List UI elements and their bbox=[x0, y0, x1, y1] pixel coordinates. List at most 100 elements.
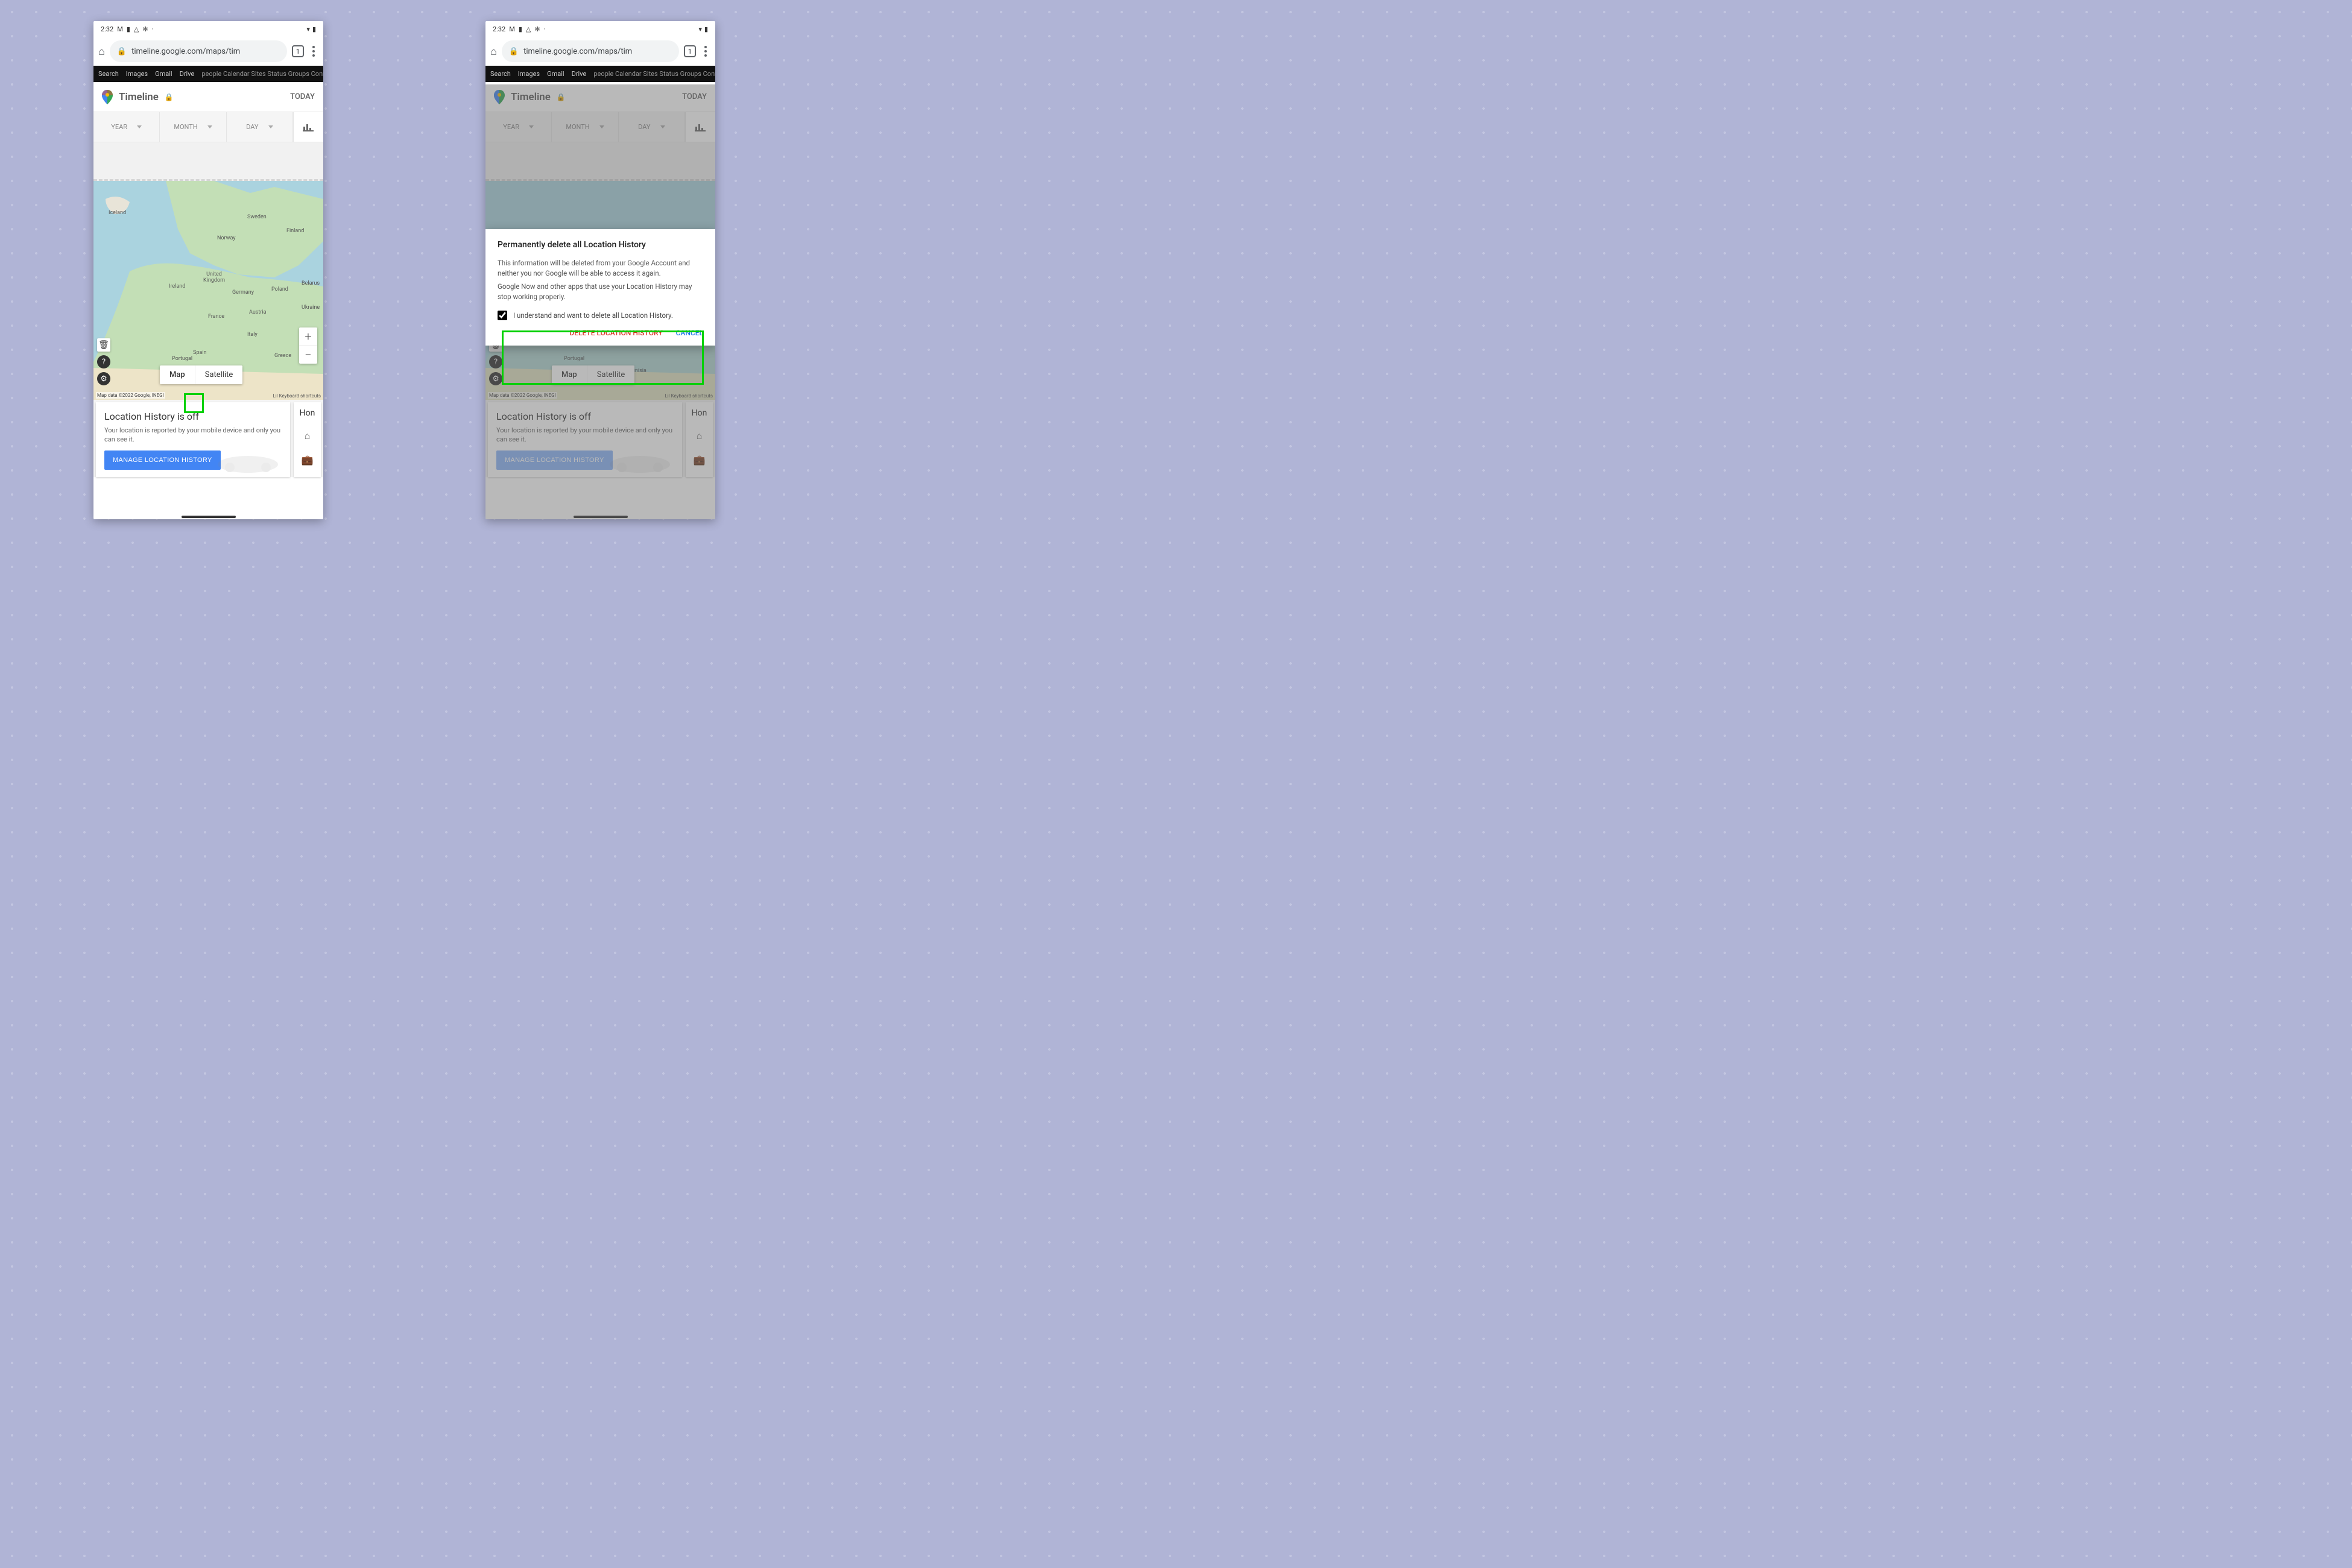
lock-icon: ▮ bbox=[127, 25, 130, 33]
triangle-icon: △ bbox=[526, 25, 531, 33]
confirm-checkbox[interactable] bbox=[498, 311, 507, 320]
manage-location-history-button[interactable]: MANAGE LOCATION HISTORY bbox=[104, 450, 221, 470]
nav-images[interactable]: Images bbox=[126, 70, 148, 78]
nav-handle[interactable] bbox=[182, 516, 236, 518]
chevron-down-icon bbox=[268, 125, 273, 128]
map-label: Sweden bbox=[247, 214, 267, 220]
month-dropdown[interactable]: MONTH bbox=[160, 112, 226, 142]
triangle-icon: △ bbox=[134, 25, 139, 33]
chevron-down-icon bbox=[207, 125, 212, 128]
browser-toolbar: ⌂ 🔒 timeline.google.com/maps/tim 1 bbox=[485, 37, 715, 66]
home-icon[interactable]: ⌂ bbox=[98, 45, 105, 58]
map-label: Norway bbox=[217, 235, 236, 241]
gmail-icon: M bbox=[509, 25, 515, 33]
nav-extra[interactable]: people Calendar Sites Status Groups Cont… bbox=[201, 70, 323, 78]
url-bar[interactable]: 🔒 timeline.google.com/maps/tim bbox=[110, 40, 287, 62]
fan-icon: ✻ bbox=[142, 25, 148, 33]
date-selector-bar: YEAR MONTH DAY bbox=[93, 112, 323, 142]
status-bar: 2:32 M ▮ △ ✻ · ▾ ▮ bbox=[93, 21, 323, 37]
map-label: Poland bbox=[271, 286, 288, 292]
card-description: Your location is reported by your mobile… bbox=[104, 426, 282, 444]
nav-drive[interactable]: Drive bbox=[180, 70, 195, 78]
settings-button[interactable]: ⚙ bbox=[97, 372, 110, 385]
side-card: Hon ⌂ 💼 bbox=[294, 402, 321, 477]
battery-icon: ▮ bbox=[704, 25, 708, 33]
battery-icon: ▮ bbox=[312, 25, 316, 33]
chevron-down-icon bbox=[137, 125, 142, 128]
home-icon[interactable]: ⌂ bbox=[490, 45, 497, 58]
status-time: 2:32 bbox=[101, 25, 113, 33]
overflow-menu-icon[interactable] bbox=[701, 46, 710, 57]
map-area[interactable]: Iceland Norway Sweden Finland United Kin… bbox=[93, 181, 323, 400]
keyboard-shortcuts[interactable]: Lil Keyboard shortcuts bbox=[273, 393, 321, 399]
status-bar: 2:32 M ▮ △ ✻ · ▾ ▮ bbox=[485, 21, 715, 37]
map-tab[interactable]: Map bbox=[160, 365, 195, 384]
dot-icon: · bbox=[544, 25, 546, 33]
today-button[interactable]: TODAY bbox=[290, 92, 315, 101]
home-icon[interactable]: ⌂ bbox=[305, 430, 311, 442]
satellite-tab[interactable]: Satellite bbox=[195, 365, 243, 384]
lock-icon: 🔒 bbox=[509, 47, 519, 56]
help-button[interactable]: ? bbox=[97, 355, 110, 368]
url-bar[interactable]: 🔒 timeline.google.com/maps/tim bbox=[502, 40, 679, 62]
delete-button[interactable]: DELETE LOCATION HISTORY bbox=[569, 329, 662, 337]
map-label: Spain bbox=[193, 350, 206, 356]
google-maps-pin-icon bbox=[102, 90, 113, 104]
zoom-in-button[interactable]: + bbox=[299, 327, 317, 346]
google-nav-bar: Search Images Gmail Drive people Calenda… bbox=[93, 66, 323, 82]
fan-icon: ✻ bbox=[534, 25, 540, 33]
confirm-checkbox-row[interactable]: I understand and want to delete all Loca… bbox=[498, 311, 703, 320]
nav-gmail[interactable]: Gmail bbox=[547, 70, 564, 78]
overflow-menu-icon[interactable] bbox=[309, 46, 318, 57]
dialog-body: Google Now and other apps that use your … bbox=[498, 282, 703, 303]
nav-gmail[interactable]: Gmail bbox=[155, 70, 172, 78]
nav-extra[interactable]: people Calendar Sites Status Groups Cont… bbox=[593, 70, 715, 78]
confirm-label: I understand and want to delete all Loca… bbox=[513, 311, 673, 320]
location-history-card: Location History is off Your location is… bbox=[96, 402, 290, 477]
briefcase-icon[interactable]: 💼 bbox=[302, 454, 314, 466]
bar-chart-icon bbox=[303, 123, 314, 131]
nav-search[interactable]: Search bbox=[98, 70, 119, 78]
car-illustration bbox=[212, 443, 284, 473]
google-nav-bar: Search Images Gmail Drive people Calenda… bbox=[485, 66, 715, 82]
zoom-out-button[interactable]: − bbox=[299, 346, 317, 364]
day-dropdown[interactable]: DAY bbox=[227, 112, 293, 142]
dialog-buttons: DELETE LOCATION HISTORY CANCEL bbox=[498, 329, 703, 337]
timeline-header: Timeline 🔒 TODAY bbox=[93, 82, 323, 112]
tab-count-button[interactable]: 1 bbox=[684, 45, 696, 57]
map-label: Finland bbox=[286, 228, 304, 234]
nav-images[interactable]: Images bbox=[518, 70, 540, 78]
wifi-icon: ▾ bbox=[698, 25, 702, 33]
bottom-card-row: Location History is off Your location is… bbox=[93, 400, 323, 477]
gmail-icon: M bbox=[117, 25, 123, 33]
dot-icon: · bbox=[152, 25, 154, 33]
nav-drive[interactable]: Drive bbox=[572, 70, 587, 78]
phone-screenshot-right: 2:32 M ▮ △ ✻ · ▾ ▮ ⌂ 🔒 timeline.google.c… bbox=[485, 21, 715, 519]
map-type-toggle[interactable]: Map Satellite bbox=[160, 365, 242, 384]
map-label: Italy bbox=[247, 332, 258, 338]
status-time: 2:32 bbox=[493, 25, 505, 33]
year-dropdown[interactable]: YEAR bbox=[93, 112, 160, 142]
map-label: United Kingdom bbox=[199, 271, 229, 283]
map-attribution: Map data ©2022 Google, INEGI bbox=[96, 392, 165, 399]
tab-count-button[interactable]: 1 bbox=[292, 45, 304, 57]
nav-search[interactable]: Search bbox=[490, 70, 511, 78]
chart-view-button[interactable] bbox=[293, 112, 323, 142]
trash-button[interactable]: 🗑 bbox=[97, 338, 110, 352]
wifi-icon: ▾ bbox=[306, 25, 310, 33]
page-title: Timeline bbox=[119, 91, 159, 103]
phone-screenshot-left: 2:32 M ▮ △ ✻ · ▾ ▮ ⌂ 🔒 timeline.google.c… bbox=[93, 21, 323, 519]
map-label: Portugal bbox=[172, 356, 192, 362]
cancel-button[interactable]: CANCEL bbox=[676, 329, 703, 337]
map-label: Austria bbox=[249, 309, 267, 315]
map-label: Ukraine bbox=[302, 305, 320, 311]
zoom-control: + − bbox=[299, 327, 317, 364]
card-title: Location History is off bbox=[104, 411, 282, 422]
url-text: timeline.google.com/maps/tim bbox=[131, 47, 240, 56]
lock-icon: ▮ bbox=[519, 25, 522, 33]
dialog-body: This information will be deleted from yo… bbox=[498, 258, 703, 279]
dialog-title: Permanently delete all Location History bbox=[498, 240, 703, 250]
side-card-title: Hon bbox=[300, 408, 315, 418]
map-label: Germany bbox=[232, 289, 254, 296]
empty-chart-band bbox=[93, 142, 323, 181]
